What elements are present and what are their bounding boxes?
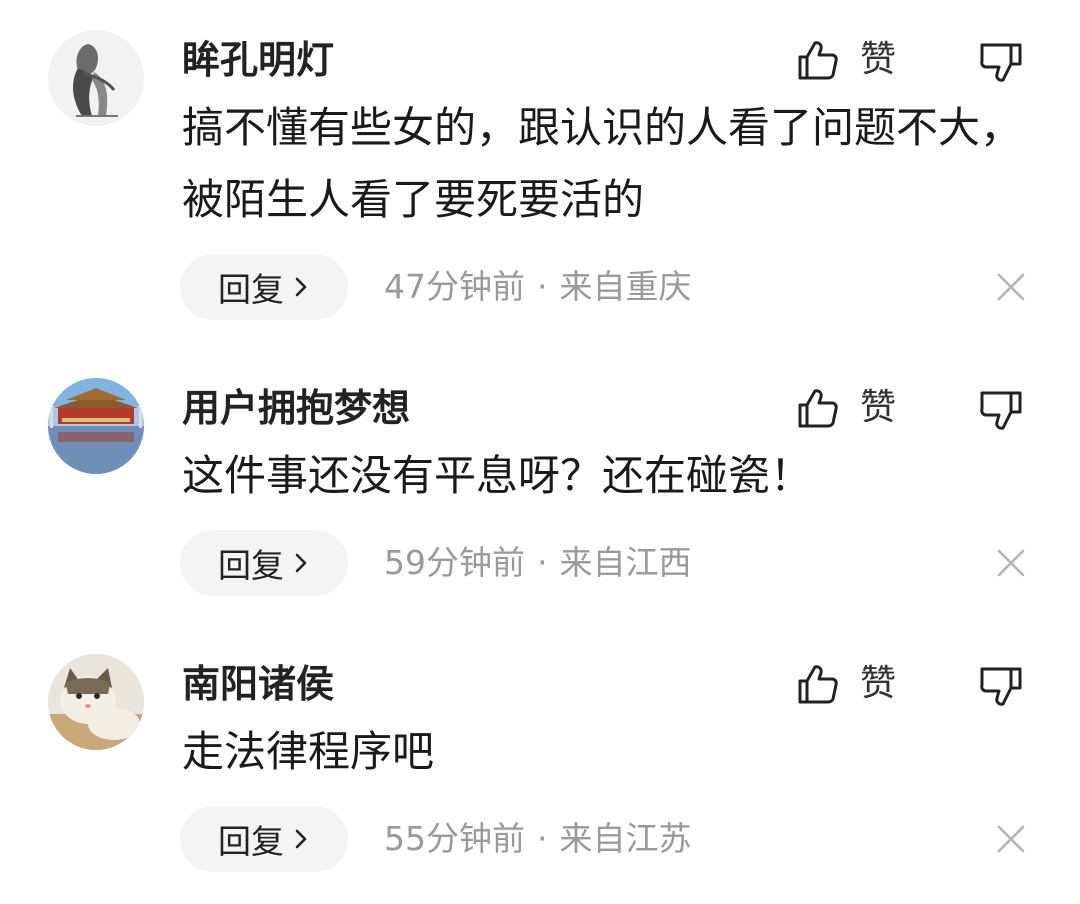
close-icon[interactable]	[996, 272, 1026, 302]
comment-meta: 47分钟前 · 来自重庆	[384, 254, 692, 320]
meta-separator: ·	[537, 267, 548, 306]
comment-footer: 回复 55分钟前 · 来自江苏	[0, 806, 1080, 872]
location: 来自江西	[559, 543, 692, 582]
cat-avatar-image	[48, 654, 144, 750]
tiananmen-avatar-image	[48, 378, 144, 474]
username[interactable]: 用户拥抱梦想	[182, 380, 410, 436]
comment-footer: 回复 59分钟前 · 来自江西	[0, 530, 1080, 596]
reply-button[interactable]: 回复	[180, 530, 348, 596]
like-label: 赞	[860, 387, 897, 428]
sitting-figure-avatar-image	[48, 30, 144, 126]
comment-item: 南阳诸侯 赞 走法律程序吧 回复 55分钟前 · 来自江苏	[0, 654, 1080, 884]
reply-button[interactable]: 回复	[180, 806, 348, 872]
thumbs-up-icon	[798, 41, 838, 80]
timestamp: 47分钟前	[384, 267, 525, 306]
reply-label: 回复	[218, 822, 284, 861]
close-icon[interactable]	[996, 548, 1026, 578]
chevron-right-icon	[295, 829, 307, 849]
avatar[interactable]	[48, 30, 144, 126]
comment-item: 用户拥抱梦想 赞 这件事还没有平息呀？还在碰瓷！ 回复 59分钟前 · 来自江西	[0, 378, 1080, 608]
comment-text: 走法律程序吧	[182, 727, 435, 776]
comment-meta: 59分钟前 · 来自江西	[384, 530, 692, 596]
timestamp: 55分钟前	[384, 819, 525, 858]
avatar[interactable]	[48, 378, 144, 474]
reply-button[interactable]: 回复	[180, 254, 348, 320]
thumbs-down-icon[interactable]	[978, 40, 1024, 86]
like-button[interactable]: 赞	[796, 34, 896, 86]
like-button[interactable]: 赞	[796, 658, 896, 710]
comment-text: 这件事还没有平息呀？还在碰瓷！	[182, 451, 813, 500]
thumbs-down-icon[interactable]	[978, 388, 1024, 434]
comment-footer: 回复 47分钟前 · 来自重庆	[0, 254, 1080, 320]
username[interactable]: 南阳诸侯	[182, 656, 334, 712]
like-button[interactable]: 赞	[796, 382, 896, 434]
meta-separator: ·	[537, 819, 548, 858]
chevron-right-icon	[295, 553, 307, 573]
thumbs-up-icon	[798, 389, 838, 428]
comment-meta: 55分钟前 · 来自江苏	[384, 806, 692, 872]
timestamp: 59分钟前	[384, 543, 525, 582]
meta-separator: ·	[537, 543, 548, 582]
close-icon[interactable]	[996, 824, 1026, 854]
location: 来自江苏	[559, 819, 692, 858]
like-label: 赞	[860, 663, 897, 704]
thumbs-down-icon[interactable]	[978, 664, 1024, 710]
comment-text: 搞不懂有些女的，跟认识的人看了问题不大，被陌生人看了要死要活的	[182, 103, 1023, 224]
comment-item: 眸孔明灯 赞 搞不懂有些女的，跟认识的人看了问题不大，被陌生人看了要死要活的 回…	[0, 30, 1080, 330]
avatar[interactable]	[48, 654, 144, 750]
location: 来自重庆	[559, 267, 692, 306]
thumbs-up-icon	[798, 665, 838, 704]
reply-label: 回复	[218, 546, 284, 585]
chevron-right-icon	[295, 277, 307, 297]
username[interactable]: 眸孔明灯	[182, 32, 334, 88]
like-label: 赞	[860, 39, 897, 80]
reply-label: 回复	[218, 270, 284, 309]
